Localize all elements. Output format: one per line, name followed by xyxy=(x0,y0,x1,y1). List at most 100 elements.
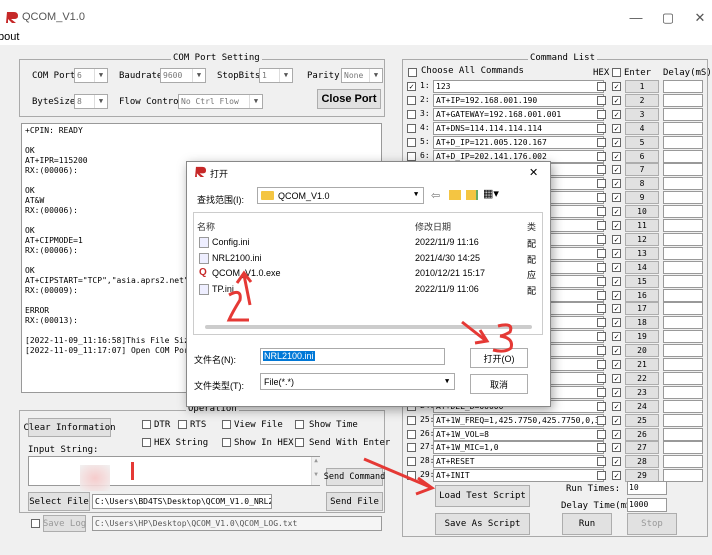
command-enter-checkbox[interactable]: ✓ xyxy=(612,457,621,467)
command-send-button[interactable]: 6 xyxy=(625,149,659,163)
command-enter-checkbox[interactable]: ✓ xyxy=(612,95,621,105)
command-send-button[interactable]: 13 xyxy=(625,246,659,260)
command-hex-checkbox[interactable] xyxy=(597,443,606,453)
name-column-header[interactable]: 名称 xyxy=(197,220,215,233)
command-send-button[interactable]: 17 xyxy=(625,302,659,316)
command-enter-checkbox[interactable]: ✓ xyxy=(612,248,621,258)
rts-checkbox[interactable] xyxy=(178,420,187,429)
dtr-checkbox[interactable] xyxy=(142,420,151,429)
command-delay-input[interactable] xyxy=(663,399,703,413)
command-delay-input[interactable] xyxy=(663,80,703,93)
command-enter-checkbox[interactable]: ✓ xyxy=(612,304,621,314)
command-select-checkbox[interactable]: ✓ xyxy=(407,82,416,91)
command-hex-checkbox[interactable] xyxy=(597,387,606,397)
new-folder-icon[interactable] xyxy=(466,190,478,200)
command-delay-input[interactable] xyxy=(663,441,703,455)
command-send-button[interactable]: 3 xyxy=(625,107,659,121)
stop-button[interactable]: Stop xyxy=(627,513,677,535)
command-send-button[interactable]: 25 xyxy=(625,413,659,427)
save-log-button[interactable]: Save Log xyxy=(43,515,86,532)
clear-information-button[interactable]: Clear Information xyxy=(23,418,116,437)
command-delay-input[interactable] xyxy=(663,385,703,399)
command-hex-checkbox[interactable] xyxy=(597,221,606,230)
command-enter-checkbox[interactable]: ✓ xyxy=(612,151,621,161)
command-send-button[interactable]: 7 xyxy=(625,163,659,177)
command-delay-input[interactable] xyxy=(663,316,703,330)
baudrate-select[interactable]: 9600 ▼ xyxy=(160,68,206,83)
command-select-checkbox[interactable] xyxy=(407,109,416,119)
command-delay-input[interactable] xyxy=(663,246,703,260)
command-input[interactable]: AT+1W_MIC=1,0 xyxy=(433,441,604,455)
command-select-checkbox[interactable] xyxy=(407,443,416,453)
command-send-button[interactable]: 1 xyxy=(625,80,659,93)
command-enter-checkbox[interactable]: ✓ xyxy=(612,318,621,328)
command-enter-checkbox[interactable]: ✓ xyxy=(612,207,621,217)
command-delay-input[interactable] xyxy=(663,191,703,205)
load-test-script-button[interactable]: Load Test Script xyxy=(435,485,530,507)
command-delay-input[interactable] xyxy=(663,371,703,385)
command-input[interactable]: AT+1W_VOL=8 xyxy=(433,427,604,441)
command-select-checkbox[interactable] xyxy=(407,415,416,425)
up-folder-icon[interactable] xyxy=(449,190,461,200)
command-delay-input[interactable] xyxy=(663,358,703,371)
command-hex-checkbox[interactable] xyxy=(597,304,606,314)
file-row[interactable]: Config.ini 2022/11/9 11:16 配 xyxy=(197,236,547,250)
command-select-checkbox[interactable] xyxy=(407,457,416,467)
view-file-checkbox[interactable] xyxy=(222,420,231,429)
command-enter-checkbox[interactable]: ✓ xyxy=(612,429,621,439)
command-delay-input[interactable] xyxy=(663,135,703,149)
bytesize-select[interactable]: 8 ▼ xyxy=(74,94,108,109)
command-hex-checkbox[interactable] xyxy=(597,262,606,272)
command-delay-input[interactable] xyxy=(663,107,703,121)
command-delay-input[interactable] xyxy=(663,288,703,302)
command-send-button[interactable]: 4 xyxy=(625,121,659,135)
command-send-button[interactable]: 8 xyxy=(625,177,659,191)
com-port-select[interactable]: 6 ▼ xyxy=(74,68,108,83)
command-send-button[interactable]: 10 xyxy=(625,205,659,219)
command-enter-checkbox[interactable]: ✓ xyxy=(612,290,621,300)
command-send-button[interactable]: 15 xyxy=(625,274,659,288)
command-enter-checkbox[interactable]: ✓ xyxy=(612,234,621,244)
command-enter-checkbox[interactable]: ✓ xyxy=(612,193,621,203)
command-delay-input[interactable] xyxy=(663,149,703,163)
command-hex-checkbox[interactable] xyxy=(597,137,606,147)
command-enter-checkbox[interactable]: ✓ xyxy=(612,346,621,356)
file-row[interactable]: NRL2100.ini 2021/4/30 14:25 配 xyxy=(197,252,547,266)
command-send-button[interactable]: 20 xyxy=(625,344,659,358)
parity-select[interactable]: None ▼ xyxy=(341,68,383,83)
command-enter-checkbox[interactable]: ✓ xyxy=(612,137,621,147)
command-send-button[interactable]: 5 xyxy=(625,135,659,149)
command-send-button[interactable]: 2 xyxy=(625,93,659,107)
run-times-field[interactable]: 10 xyxy=(627,481,667,495)
command-send-button[interactable]: 28 xyxy=(625,455,659,469)
log-path-field[interactable]: C:\Users\HP\Desktop\QCOM_V1.0\QCOM_LOG.t… xyxy=(92,516,382,531)
command-delay-input[interactable] xyxy=(663,469,703,483)
command-send-button[interactable]: 14 xyxy=(625,260,659,274)
view-menu-icon[interactable]: ▦▾ xyxy=(483,187,499,200)
choose-all-checkbox[interactable] xyxy=(408,68,417,77)
open-button[interactable]: 打开(O) xyxy=(470,348,528,368)
stopbits-select[interactable]: 1 ▼ xyxy=(259,68,293,83)
show-time-checkbox[interactable] xyxy=(295,420,304,429)
lookin-select[interactable]: QCOM_V1.0 ▼ xyxy=(257,187,424,204)
command-delay-input[interactable] xyxy=(663,413,703,427)
command-hex-checkbox[interactable] xyxy=(597,165,606,175)
command-send-button[interactable]: 24 xyxy=(625,399,659,413)
command-enter-checkbox[interactable]: ✓ xyxy=(612,123,621,133)
command-hex-checkbox[interactable] xyxy=(597,151,606,161)
command-hex-checkbox[interactable] xyxy=(597,373,606,383)
command-enter-checkbox[interactable]: ✓ xyxy=(612,360,621,369)
command-send-button[interactable]: 26 xyxy=(625,427,659,441)
command-enter-checkbox[interactable]: ✓ xyxy=(612,262,621,272)
horizontal-scrollbar[interactable] xyxy=(205,325,532,329)
run-button[interactable]: Run xyxy=(562,513,612,535)
command-hex-checkbox[interactable] xyxy=(597,401,606,411)
command-hex-checkbox[interactable] xyxy=(597,290,606,300)
type-column-header[interactable]: 类 xyxy=(527,220,536,233)
command-delay-input[interactable] xyxy=(663,274,703,288)
date-column-header[interactable]: 修改日期 xyxy=(415,220,451,233)
command-hex-checkbox[interactable] xyxy=(597,193,606,203)
command-hex-checkbox[interactable] xyxy=(597,276,606,286)
command-hex-checkbox[interactable] xyxy=(597,360,606,369)
filetype-select[interactable]: File(*.*) ▼ xyxy=(260,373,455,390)
